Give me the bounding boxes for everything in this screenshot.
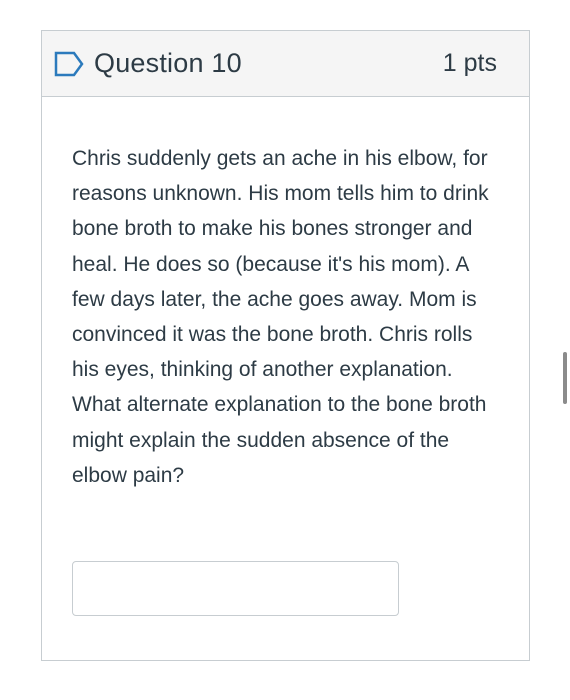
answer-input[interactable] [72,561,399,616]
question-header-left: Question 10 [54,48,242,79]
question-card: Question 10 1 pts Chris suddenly gets an… [41,30,530,661]
question-body: Chris suddenly gets an ache in his elbow… [42,97,529,493]
bookmark-flag-icon[interactable] [54,51,84,77]
scrollbar-thumb[interactable] [563,352,567,404]
question-title: Question 10 [94,48,242,78]
question-header: Question 10 1 pts [42,31,529,97]
question-points: 1 pts [442,49,497,77]
question-text: Chris suddenly gets an ache in his elbow… [72,147,489,487]
page: Question 10 1 pts Chris suddenly gets an… [0,0,570,700]
